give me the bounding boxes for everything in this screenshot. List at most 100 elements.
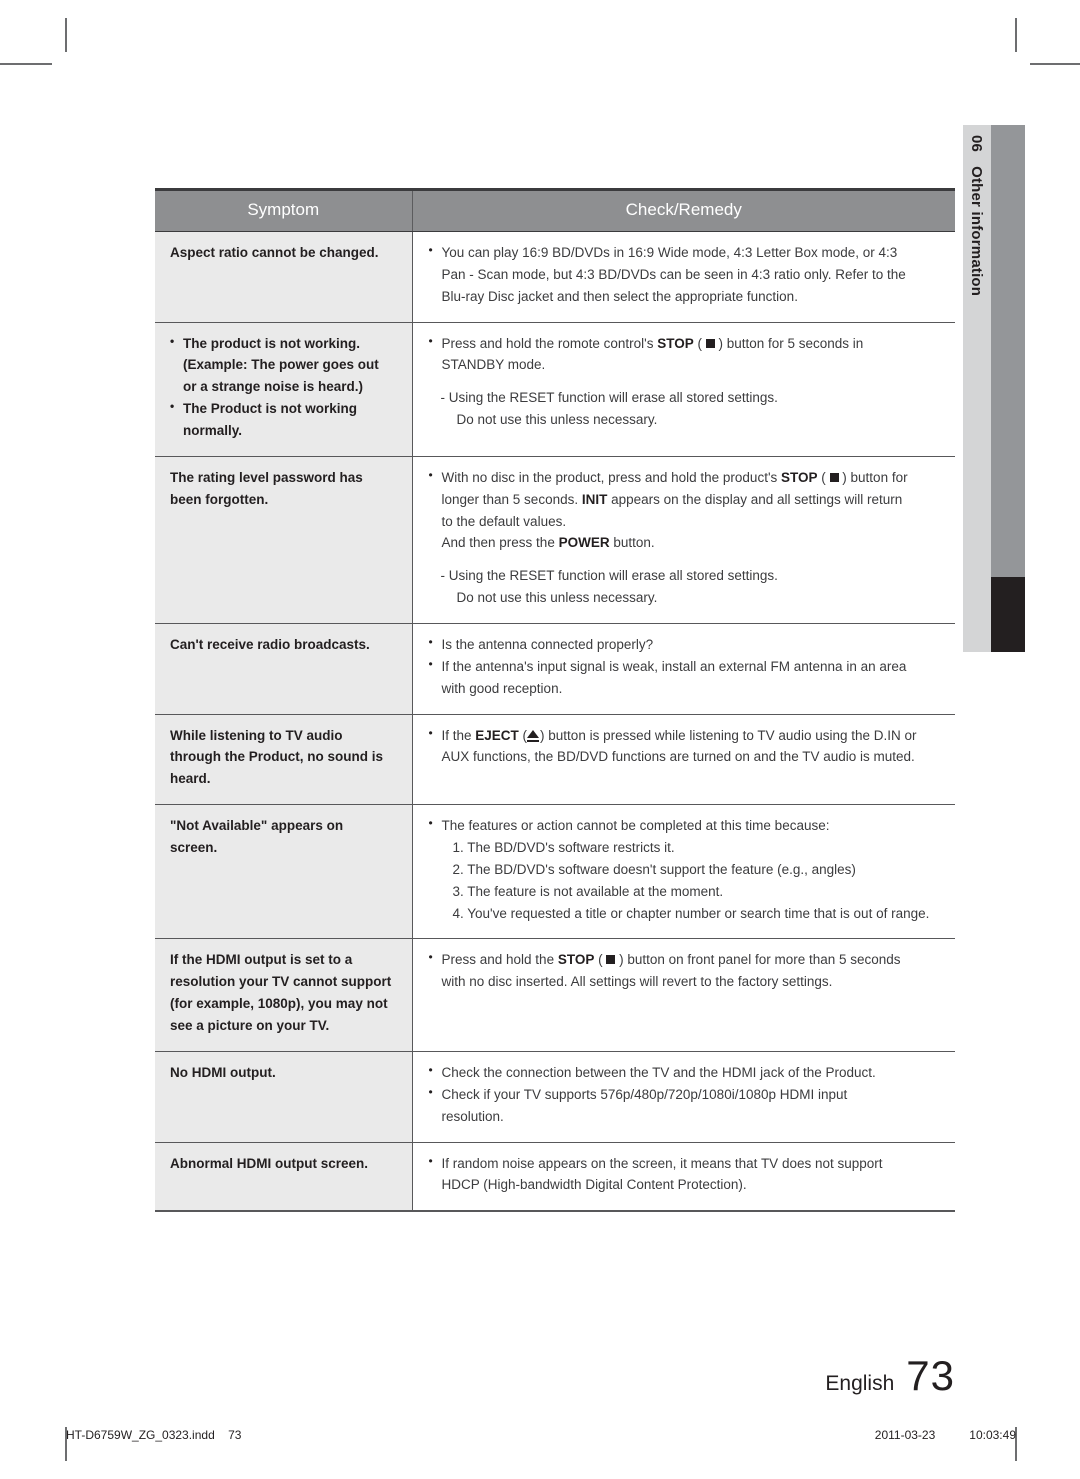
column-header-symptom: Symptom [155, 188, 413, 232]
remedy-line: Check if your TV supports 576p/480p/720p… [441, 1086, 848, 1102]
symptom-bullet: The product is not working. [170, 332, 402, 355]
table-row: The product is not working. (Example: Th… [155, 322, 955, 457]
table-header: Symptom Check/Remedy [155, 188, 955, 232]
symptom-line: resolution your TV cannot support [170, 974, 392, 990]
remedy-line: longer than 5 seconds. INIT appears on t… [441, 491, 903, 507]
remedy-line: And then press the POWER button. [441, 535, 655, 551]
remedy-bullet: If the EJECT () button is pressed while … [429, 724, 944, 747]
chapter-number: 06 [968, 135, 986, 153]
print-time: 10:03:49 [969, 1428, 1016, 1442]
page-number: 73 [906, 1352, 955, 1399]
stop-square-icon [705, 338, 715, 348]
remedy-cell: With no disc in the product, press and h… [412, 456, 955, 625]
symptom-line: Can't receive radio broadcasts. [170, 637, 370, 653]
symptom-line: through the Product, no sound is [170, 749, 383, 765]
remedy-line: STANDBY mode. [441, 357, 546, 373]
remedy-bullet: Press and hold the STOP ( ) button on fr… [429, 948, 944, 971]
print-slug: HT-D6759W_ZG_0323.indd 73 2011-03-23 10:… [66, 1428, 1016, 1442]
chapter-title: Other information [968, 166, 986, 297]
remedy-bullet: The features or action cannot be complet… [429, 814, 944, 837]
symptom-cell: The rating level password has been forgo… [155, 456, 413, 625]
table-body: Aspect ratio cannot be changed. You can … [155, 231, 955, 1213]
remedy-line: with no disc inserted. All settings will… [441, 974, 833, 990]
symptom-line: (for example, 1080p), you may not [170, 996, 388, 1012]
remedy-sub-item: 1. The BD/DVD's software restricts it. [452, 840, 675, 856]
table-row: Abnormal HDMI output screen. If random n… [155, 1142, 955, 1213]
table-row: Aspect ratio cannot be changed. You can … [155, 231, 955, 323]
chapter-side-tab-bar-active [991, 577, 1025, 652]
chapter-side-tab-label-strip: 06 Other information [963, 125, 991, 652]
symptom-line: normally. [183, 423, 243, 439]
remedy-bullet: If the antenna's input signal is weak, i… [429, 655, 944, 678]
remedy-sub-item: 3. The feature is not available at the m… [452, 883, 724, 899]
symptom-line: "Not Available" appears on [170, 818, 344, 834]
remedy-sub-item: 4. You've requested a title or chapter n… [452, 905, 930, 921]
table-row: Can't receive radio broadcasts. Is the a… [155, 623, 955, 715]
crop-mark-top-left-horizontal [0, 63, 52, 65]
print-slug-file: HT-D6759W_ZG_0323.indd 73 [66, 1428, 241, 1442]
symptom-line: No HDMI output. [170, 1064, 276, 1080]
chapter-side-tab-text: 06 Other information [963, 125, 991, 652]
symptom-line: Aspect ratio cannot be changed. [170, 245, 379, 260]
symptom-line: (Example: The power goes out [183, 357, 379, 373]
symptom-line: If the HDMI output is set to a [170, 952, 353, 968]
remedy-line: to the default values. [441, 513, 567, 529]
remedy-cell: If random noise appears on the screen, i… [412, 1142, 955, 1213]
remedy-sub-item: 2. The BD/DVD's software doesn't support… [452, 861, 856, 877]
print-file-page: 73 [228, 1428, 242, 1442]
symptom-line: or a strange noise is heard.) [183, 379, 364, 395]
remedy-cell: Press and hold the STOP ( ) button on fr… [412, 938, 955, 1052]
remedy-line: If random noise appears on the screen, i… [441, 1155, 883, 1171]
remedy-line: AUX functions, the BD/DVD functions are … [441, 749, 915, 765]
print-slug-timestamp: 2011-03-23 10:03:49 [875, 1428, 1016, 1442]
symptom-cell: The product is not working. (Example: Th… [155, 322, 413, 457]
chapter-side-tab-bar [991, 125, 1025, 652]
symptom-line: The rating level password has [170, 469, 363, 485]
symptom-line: screen. [170, 840, 218, 856]
eject-icon [527, 729, 540, 742]
symptom-cell: "Not Available" appears on screen. [155, 804, 413, 940]
remedy-bullet: Check if your TV supports 576p/480p/720p… [429, 1083, 944, 1106]
symptom-bullet: The Product is not working [170, 397, 402, 420]
stop-square-icon [606, 955, 616, 965]
symptom-line: Abnormal HDMI output screen. [170, 1155, 369, 1171]
table-row: No HDMI output. Check the connection bet… [155, 1051, 955, 1143]
remedy-note: - Using the RESET function will erase al… [440, 568, 778, 584]
symptom-line: see a picture on your TV. [170, 1018, 330, 1034]
remedy-line: Pan - Scan mode, but 4:3 BD/DVDs can be … [441, 266, 906, 282]
print-date: 2011-03-23 [874, 1428, 936, 1442]
remedy-bullet: You can play 16:9 BD/DVDs in 16:9 Wide m… [429, 241, 944, 264]
table-row: "Not Available" appears on screen. The f… [155, 804, 955, 940]
remedy-cell: Is the antenna connected properly? If th… [412, 623, 955, 715]
remedy-cell: The features or action cannot be complet… [412, 804, 955, 940]
crop-mark-top-right-horizontal [1030, 63, 1080, 65]
symptom-cell: No HDMI output. [155, 1051, 413, 1143]
remedy-line: HDCP (High-bandwidth Digital Content Pro… [441, 1177, 747, 1193]
remedy-line: If the antenna's input signal is weak, i… [441, 658, 907, 674]
crop-mark-top-right-vertical [1015, 18, 1017, 52]
table-row: While listening to TV audio through the … [155, 714, 955, 806]
remedy-cell: Check the connection between the TV and … [412, 1051, 955, 1143]
symptom-cell: Aspect ratio cannot be changed. [155, 231, 413, 323]
remedy-cell: You can play 16:9 BD/DVDs in 16:9 Wide m… [412, 231, 955, 323]
remedy-bullet: With no disc in the product, press and h… [429, 466, 944, 489]
remedy-cell: If the EJECT () button is pressed while … [412, 714, 955, 806]
remedy-line: Blu-ray Disc jacket and then select the … [441, 288, 798, 304]
page-language: English [825, 1372, 895, 1395]
column-header-remedy: Check/Remedy [412, 188, 955, 232]
page-footer: English 73 [825, 1352, 955, 1400]
symptom-line: The Product is not working [183, 401, 358, 417]
chapter-side-tab: 06 Other information [963, 125, 1025, 652]
symptom-cell: Can't receive radio broadcasts. [155, 623, 413, 715]
remedy-cell: Press and hold the romote control's STOP… [412, 322, 955, 457]
remedy-line: Check the connection between the TV and … [441, 1064, 876, 1080]
symptom-cell: Abnormal HDMI output screen. [155, 1142, 413, 1213]
remedy-line: Is the antenna connected properly? [441, 637, 654, 653]
symptom-line: been forgotten. [170, 491, 269, 507]
remedy-note: - Using the RESET function will erase al… [440, 390, 778, 406]
symptom-cell: While listening to TV audio through the … [155, 714, 413, 806]
remedy-bullet: Is the antenna connected properly? [429, 633, 944, 656]
remedy-line: resolution. [441, 1108, 504, 1124]
stop-square-icon [829, 472, 839, 482]
